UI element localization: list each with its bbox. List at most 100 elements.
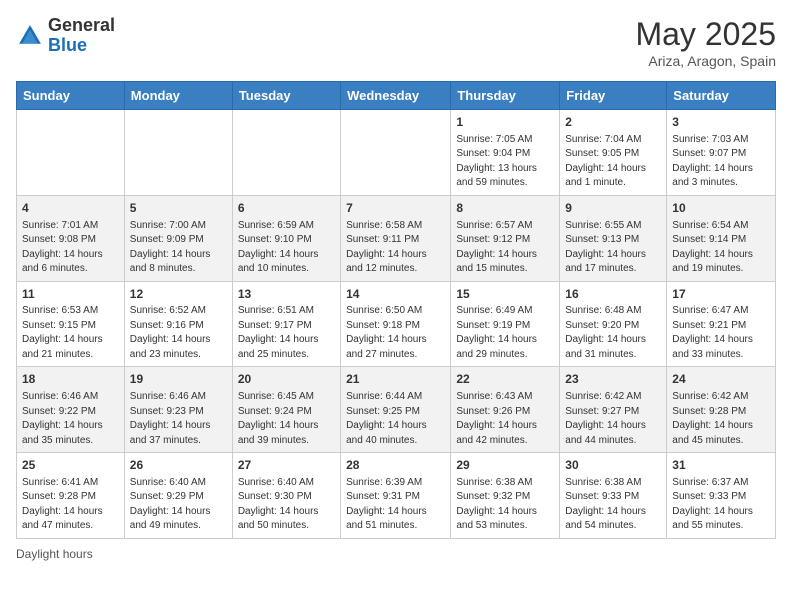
calendar-cell: 6Sunrise: 6:59 AM Sunset: 9:10 PM Daylig… — [232, 195, 340, 281]
day-number: 12 — [130, 286, 227, 303]
day-number: 22 — [456, 371, 554, 388]
logo-general-text: General — [48, 15, 115, 35]
day-info: Sunrise: 7:04 AM Sunset: 9:05 PM Dayligh… — [565, 133, 661, 191]
calendar-header-thursday: Thursday — [451, 82, 560, 110]
location: Ariza, Aragon, Spain — [635, 53, 776, 69]
day-number: 25 — [22, 457, 119, 474]
logo-icon — [16, 22, 44, 50]
calendar-header-tuesday: Tuesday — [232, 82, 340, 110]
day-number: 23 — [565, 371, 661, 388]
day-number: 14 — [346, 286, 445, 303]
day-number: 28 — [346, 457, 445, 474]
calendar-week-row: 25 Sunrise: 6:41 AM Sunset: 9:28 PM Dayli… — [17, 453, 776, 539]
calendar-cell: 13Sunrise: 6:51 AM Sunset: 9:17 PM Dayli… — [232, 281, 340, 367]
logo-text: General Blue — [48, 16, 115, 56]
calendar-cell — [232, 110, 340, 196]
calendar-header-monday: Monday — [124, 82, 232, 110]
calendar-cell: 25 Sunrise: 6:41 AM Sunset: 9:28 PM Dayli… — [17, 453, 125, 539]
calendar-cell: 7 Sunrise: 6:58 AM Sunset: 9:11 PM Daylig… — [341, 195, 451, 281]
calendar-cell: 1 Sunrise: 7:05 AM Sunset: 9:04 PM Daylig… — [451, 110, 560, 196]
calendar-header-wednesday: Wednesday — [341, 82, 451, 110]
calendar-cell: 24 Sunrise: 6:42 AM Sunset: 9:28 PM Dayli… — [667, 367, 776, 453]
day-number: 7 — [346, 200, 445, 217]
day-info: Sunrise: 6:43 AM Sunset: 9:26 PM Dayligh… — [456, 390, 554, 448]
day-number: 30 — [565, 457, 661, 474]
day-number: 9 — [565, 200, 661, 217]
day-number: 19 — [130, 371, 227, 388]
calendar-cell: 11Sunrise: 6:53 AM Sunset: 9:15 PM Dayli… — [17, 281, 125, 367]
day-info: Sunrise: 6:49 AM Sunset: 9:19 PM Dayligh… — [456, 304, 554, 362]
day-number: 16 — [565, 286, 661, 303]
day-info: Sunrise: 6:55 AM Sunset: 9:13 PM Dayligh… — [565, 219, 661, 277]
day-info: Sunrise: 7:05 AM Sunset: 9:04 PM Dayligh… — [456, 133, 554, 191]
calendar-cell: 26 Sunrise: 6:40 AM Sunset: 9:29 PM Dayli… — [124, 453, 232, 539]
day-number: 1 — [456, 114, 554, 131]
calendar-cell: 21Sunrise: 6:44 AM Sunset: 9:25 PM Dayli… — [341, 367, 451, 453]
day-info: Sunrise: 6:48 AM Sunset: 9:20 PM Dayligh… — [565, 304, 661, 362]
calendar-week-row: 1 Sunrise: 7:05 AM Sunset: 9:04 PM Daylig… — [17, 110, 776, 196]
day-info: Sunrise: 6:39 AM Sunset: 9:31 PM Dayligh… — [346, 476, 445, 534]
calendar-cell: 9 Sunrise: 6:55 AM Sunset: 9:13 PM Daylig… — [560, 195, 667, 281]
day-info: Sunrise: 6:57 AM Sunset: 9:12 PM Dayligh… — [456, 219, 554, 277]
calendar-cell: 29 Sunrise: 6:38 AM Sunset: 9:32 PM Dayli… — [451, 453, 560, 539]
day-info: Sunrise: 7:01 AM Sunset: 9:08 PM Dayligh… — [22, 219, 119, 277]
day-info: Sunrise: 6:38 AM Sunset: 9:33 PM Dayligh… — [565, 476, 661, 534]
logo-blue-text: Blue — [48, 35, 87, 55]
day-number: 13 — [238, 286, 335, 303]
day-number: 5 — [130, 200, 227, 217]
day-info: Sunrise: 6:46 AM Sunset: 9:23 PM Dayligh… — [130, 390, 227, 448]
day-info: Sunrise: 6:51 AM Sunset: 9:17 PM Dayligh… — [238, 304, 335, 362]
calendar-cell: 31Sunrise: 6:37 AM Sunset: 9:33 PM Dayli… — [667, 453, 776, 539]
daylight-hours-label: Daylight hours — [16, 547, 93, 561]
day-info: Sunrise: 6:42 AM Sunset: 9:28 PM Dayligh… — [672, 390, 770, 448]
calendar-cell: 23 Sunrise: 6:42 AM Sunset: 9:27 PM Dayli… — [560, 367, 667, 453]
day-number: 17 — [672, 286, 770, 303]
calendar-cell: 22 Sunrise: 6:43 AM Sunset: 9:26 PM Dayli… — [451, 367, 560, 453]
calendar-cell: 14Sunrise: 6:50 AM Sunset: 9:18 PM Dayli… — [341, 281, 451, 367]
day-number: 27 — [238, 457, 335, 474]
title-block: May 2025 Ariza, Aragon, Spain — [635, 16, 776, 69]
calendar-week-row: 4Sunrise: 7:01 AM Sunset: 9:08 PM Daylig… — [17, 195, 776, 281]
day-info: Sunrise: 6:46 AM Sunset: 9:22 PM Dayligh… — [22, 390, 119, 448]
day-info: Sunrise: 6:44 AM Sunset: 9:25 PM Dayligh… — [346, 390, 445, 448]
day-info: Sunrise: 6:53 AM Sunset: 9:15 PM Dayligh… — [22, 304, 119, 362]
day-info: Sunrise: 6:42 AM Sunset: 9:27 PM Dayligh… — [565, 390, 661, 448]
day-number: 18 — [22, 371, 119, 388]
day-number: 10 — [672, 200, 770, 217]
day-info: Sunrise: 6:58 AM Sunset: 9:11 PM Dayligh… — [346, 219, 445, 277]
calendar-table: SundayMondayTuesdayWednesdayThursdayFrid… — [16, 81, 776, 539]
calendar-cell: 19 Sunrise: 6:46 AM Sunset: 9:23 PM Dayli… — [124, 367, 232, 453]
day-info: Sunrise: 7:03 AM Sunset: 9:07 PM Dayligh… — [672, 133, 770, 191]
calendar-header-row: SundayMondayTuesdayWednesdayThursdayFrid… — [17, 82, 776, 110]
day-info: Sunrise: 6:38 AM Sunset: 9:32 PM Dayligh… — [456, 476, 554, 534]
day-info: Sunrise: 6:47 AM Sunset: 9:21 PM Dayligh… — [672, 304, 770, 362]
calendar-cell: 4Sunrise: 7:01 AM Sunset: 9:08 PM Daylig… — [17, 195, 125, 281]
calendar-cell: 17Sunrise: 6:47 AM Sunset: 9:21 PM Dayli… — [667, 281, 776, 367]
calendar-header-sunday: Sunday — [17, 82, 125, 110]
calendar-cell: 8Sunrise: 6:57 AM Sunset: 9:12 PM Daylig… — [451, 195, 560, 281]
day-number: 29 — [456, 457, 554, 474]
calendar-cell: 12Sunrise: 6:52 AM Sunset: 9:16 PM Dayli… — [124, 281, 232, 367]
calendar-cell: 10 Sunrise: 6:54 AM Sunset: 9:14 PM Dayli… — [667, 195, 776, 281]
calendar-cell — [124, 110, 232, 196]
calendar-cell: 18 Sunrise: 6:46 AM Sunset: 9:22 PM Dayli… — [17, 367, 125, 453]
day-info: Sunrise: 6:41 AM Sunset: 9:28 PM Dayligh… — [22, 476, 119, 534]
day-info: Sunrise: 6:45 AM Sunset: 9:24 PM Dayligh… — [238, 390, 335, 448]
day-info: Sunrise: 6:40 AM Sunset: 9:29 PM Dayligh… — [130, 476, 227, 534]
day-info: Sunrise: 7:00 AM Sunset: 9:09 PM Dayligh… — [130, 219, 227, 277]
day-number: 24 — [672, 371, 770, 388]
day-info: Sunrise: 6:52 AM Sunset: 9:16 PM Dayligh… — [130, 304, 227, 362]
calendar-cell: 16Sunrise: 6:48 AM Sunset: 9:20 PM Dayli… — [560, 281, 667, 367]
day-number: 31 — [672, 457, 770, 474]
day-info: Sunrise: 6:40 AM Sunset: 9:30 PM Dayligh… — [238, 476, 335, 534]
page-header: General Blue May 2025 Ariza, Aragon, Spa… — [16, 16, 776, 69]
day-number: 26 — [130, 457, 227, 474]
calendar-week-row: 11Sunrise: 6:53 AM Sunset: 9:15 PM Dayli… — [17, 281, 776, 367]
calendar-header-saturday: Saturday — [667, 82, 776, 110]
footer: Daylight hours — [16, 547, 776, 561]
day-info: Sunrise: 6:54 AM Sunset: 9:14 PM Dayligh… — [672, 219, 770, 277]
month-title: May 2025 — [635, 16, 776, 53]
calendar-cell: 30 Sunrise: 6:38 AM Sunset: 9:33 PM Dayli… — [560, 453, 667, 539]
day-number: 15 — [456, 286, 554, 303]
calendar-week-row: 18 Sunrise: 6:46 AM Sunset: 9:22 PM Dayli… — [17, 367, 776, 453]
